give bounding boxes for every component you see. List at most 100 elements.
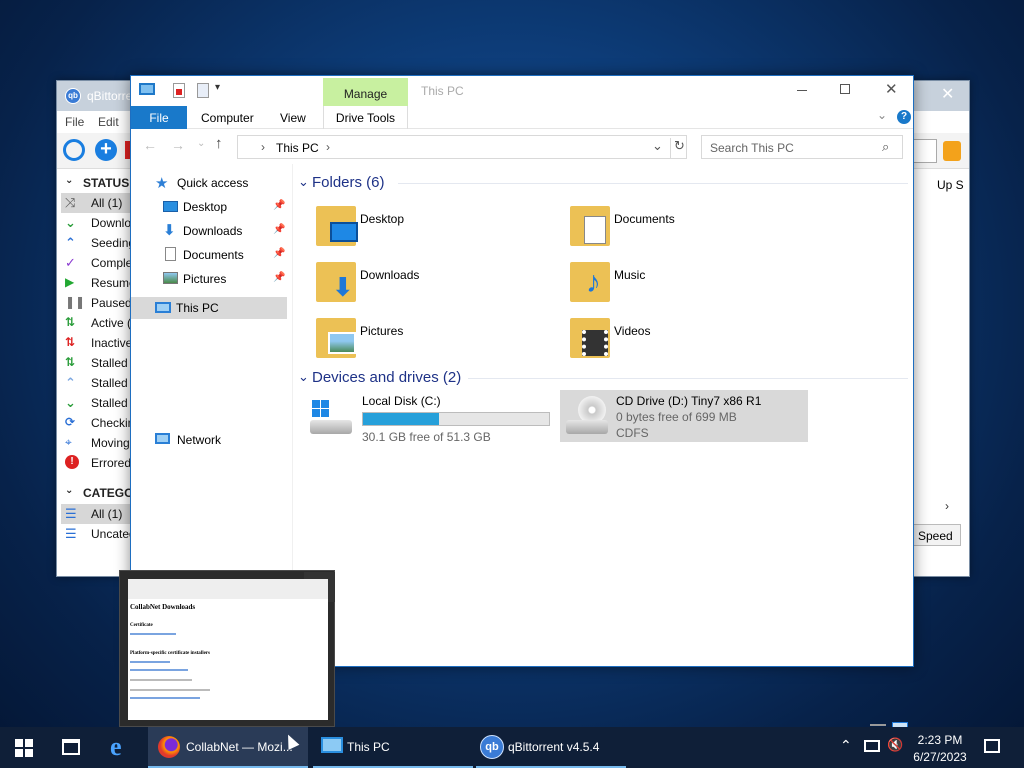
taskbar-qbittorrent[interactable]: qb qBittorrent v4.5.4 (476, 727, 626, 768)
column-header-up-speed[interactable]: Up S (937, 178, 964, 192)
pin-icon: 📌 (273, 224, 286, 235)
status-downloading[interactable]: ⌄ Downlo (61, 213, 133, 233)
tab-computer[interactable]: Computer (201, 111, 254, 125)
document-icon (165, 247, 176, 261)
drive-c-free: 30.1 GB free of 51.3 GB (362, 430, 491, 444)
collapse-chevron-icon: ⌄ (298, 174, 309, 189)
status-moving[interactable]: ⌖ Moving (61, 433, 133, 453)
category-all[interactable]: ☰ All (1) (61, 504, 133, 524)
address-bar[interactable]: › This PC › ⌄ ↻ (237, 135, 687, 159)
menu-edit[interactable]: Edit (98, 115, 119, 129)
network-tray-icon[interactable] (864, 740, 880, 752)
status-paused[interactable]: ❚❚ Paused (61, 293, 133, 313)
help-icon[interactable]: ? (897, 110, 911, 124)
clock[interactable]: 2:23 PM 6/27/2023 (906, 731, 974, 765)
active-arrows-icon: ⇅ (65, 315, 76, 329)
add-link-icon[interactable] (63, 139, 85, 161)
status-stalled-downloading[interactable]: ⌄ Stalled (61, 393, 133, 413)
explorer-titlebar[interactable]: ▾ Manage This PC ✕ (131, 76, 913, 106)
action-center-icon[interactable] (984, 739, 1000, 753)
qbittorrent-sidebar: ⌄ STATUS ⤨ All (1) ⌄ Downlo ⌃ Seeding ✓ Comp… (61, 171, 133, 571)
volume-muted-icon[interactable]: 🔇 (887, 737, 903, 753)
start-button[interactable] (0, 727, 48, 768)
nav-network[interactable]: Network (155, 429, 285, 451)
status-all[interactable]: ⤨ All (1) (61, 193, 133, 213)
clock-date: 6/27/2023 (913, 750, 967, 764)
devices-section-header[interactable]: ⌄ Devices and drives (2) (298, 369, 908, 389)
folders-section-header[interactable]: ⌄ Folders (6) (298, 174, 908, 194)
thumbnail-link-2 (130, 661, 170, 663)
quick-access-dropdown-icon[interactable]: ▾ (215, 82, 220, 93)
category-uncategorized[interactable]: ☰ Uncateg (61, 524, 133, 544)
status-active[interactable]: ⇅ Active ( (61, 313, 133, 333)
search-icon: ⌕ (882, 139, 890, 154)
nav-quick-access[interactable]: ★ Quick access (155, 172, 285, 194)
status-checking[interactable]: ⟳ Checkin (61, 413, 133, 433)
speed-tab[interactable]: Speed (913, 524, 961, 546)
show-hidden-icons-icon[interactable]: ⌃ (840, 737, 852, 754)
folder-desktop[interactable]: Desktop (312, 202, 552, 254)
section-divider (398, 183, 908, 184)
nav-pictures[interactable]: Pictures 📌 (161, 268, 287, 290)
expand-ribbon-icon[interactable]: ⌄ (877, 108, 887, 122)
folder-videos[interactable]: Videos (566, 314, 806, 366)
drive-d[interactable]: CD Drive (D:) Tiny7 x86 R1 0 bytes free … (560, 390, 808, 442)
taskbar-explorer[interactable]: This PC (313, 727, 473, 768)
folder-downloads[interactable]: ⬇ Downloads (312, 258, 552, 310)
address-dropdown-icon[interactable]: ⌄ (652, 138, 663, 154)
status-errored[interactable]: ! Errored (61, 453, 133, 473)
add-torrent-icon[interactable]: + (95, 139, 117, 161)
forward-arrow-icon[interactable]: → (171, 137, 185, 153)
status-seeding[interactable]: ⌃ Seeding (61, 233, 133, 253)
new-folder-icon[interactable] (197, 83, 209, 98)
folder-documents[interactable]: Documents (566, 202, 806, 254)
tab-view[interactable]: View (280, 111, 306, 125)
maximize-icon[interactable] (840, 84, 850, 94)
tab-file[interactable]: File (131, 106, 187, 129)
drive-c[interactable]: Local Disk (C:) 30.1 GB free of 51.3 GB (308, 392, 556, 444)
folder-music[interactable]: ♪ Music (566, 258, 806, 310)
internet-explorer-icon[interactable]: e (110, 734, 136, 760)
recent-locations-icon[interactable]: ⌄ (197, 138, 205, 149)
checking-icon: ⟳ (65, 415, 76, 429)
taskbar-firefox[interactable]: CollabNet — Mozi... (148, 727, 308, 768)
cd-drive-icon (566, 396, 610, 436)
search-box[interactable] (913, 139, 937, 163)
thumbnail-text-1 (130, 679, 192, 681)
menu-file[interactable]: File (65, 115, 84, 129)
close-icon[interactable]: ✕ (885, 80, 898, 98)
scroll-right-arrow[interactable]: › (945, 499, 949, 513)
tab-drive-tools[interactable]: Drive Tools (323, 106, 408, 129)
nav-desktop[interactable]: Desktop 📌 (161, 196, 287, 218)
picture-icon (163, 272, 178, 284)
nav-this-pc[interactable]: This PC (131, 297, 287, 319)
status-inactive[interactable]: ⇅ Inactive (61, 333, 133, 353)
stalled-upload-icon: ⌃ (65, 375, 76, 390)
manage-tab[interactable]: Manage (323, 78, 408, 106)
status-resumed[interactable]: ▶ Resume (61, 273, 133, 293)
nav-documents[interactable]: Documents 📌 (161, 244, 287, 266)
folder-videos-icon (570, 318, 610, 358)
breadcrumb[interactable]: This PC (276, 141, 319, 155)
back-arrow-icon[interactable]: ← (143, 137, 157, 153)
status-stalled-uploading[interactable]: ⌃ Stalled (61, 373, 133, 393)
taskbar-thumbnail-preview[interactable]: ✕ CollabNet Downloads Certificate Platfo… (119, 570, 335, 727)
folder-pictures[interactable]: Pictures (312, 314, 552, 366)
search-input[interactable]: Search This PC ⌕ (701, 135, 903, 159)
section-divider (468, 378, 908, 379)
nav-downloads[interactable]: ⬇ Downloads 📌 (161, 220, 287, 242)
error-icon: ! (65, 455, 79, 469)
task-view-icon[interactable] (62, 739, 80, 755)
status-stalled[interactable]: ⇅ Stalled (61, 353, 133, 373)
lock-icon[interactable] (943, 141, 961, 161)
upload-icon: ⌃ (65, 235, 76, 250)
minimize-icon[interactable] (797, 90, 807, 91)
status-completed[interactable]: ✓ Comple (61, 253, 133, 273)
up-arrow-icon[interactable]: ↑ (215, 135, 223, 152)
properties-icon[interactable] (173, 83, 185, 98)
thumbnail-link-3 (130, 669, 188, 671)
refresh-icon[interactable]: ↻ (670, 138, 688, 158)
network-icon (155, 433, 170, 444)
collapse-chevron-icon: ⌄ (298, 369, 309, 384)
qbittorrent-close-icon[interactable]: ✕ (941, 87, 957, 103)
